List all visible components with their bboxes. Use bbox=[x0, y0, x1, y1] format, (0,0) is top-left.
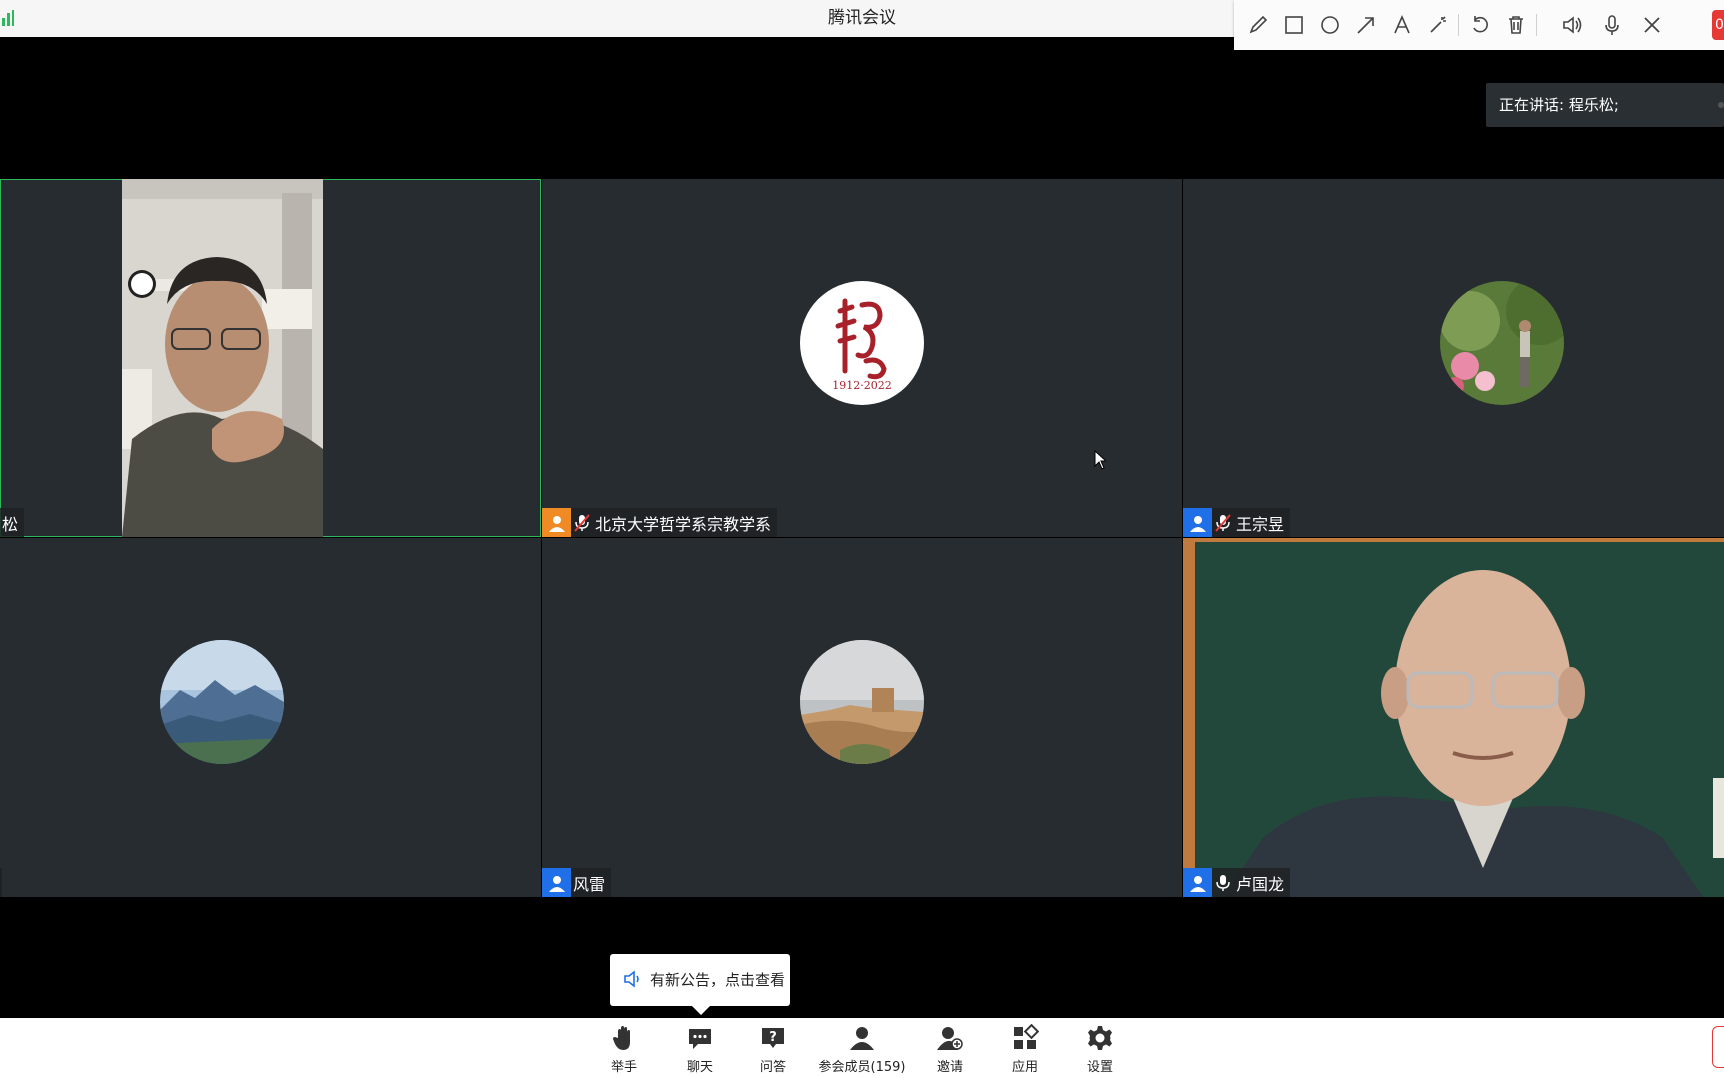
invite-icon bbox=[937, 1027, 963, 1050]
members-button[interactable]: 参会成员(159) bbox=[818, 1024, 906, 1076]
participant-nameplate: 松 bbox=[0, 508, 25, 537]
arrow-icon[interactable] bbox=[1352, 11, 1380, 39]
participant-name: 北京大学哲学系宗教学系 bbox=[595, 514, 772, 534]
user-icon bbox=[1183, 868, 1212, 897]
participant-nameplate: 卢国龙 bbox=[1183, 868, 1291, 897]
qa-button[interactable]: ? 问答 bbox=[753, 1024, 793, 1076]
chat-button[interactable]: 聊天 bbox=[680, 1024, 720, 1076]
gear-icon bbox=[1088, 1026, 1112, 1050]
svg-text:1912·2022: 1912·2022 bbox=[832, 379, 892, 392]
seal-logo-icon: 1912·2022 bbox=[832, 298, 892, 392]
mouse-cursor-icon bbox=[1094, 450, 1106, 470]
annotation-toolbar bbox=[1234, 0, 1724, 50]
speaking-text: 正在讲话: 程乐松; bbox=[1499, 96, 1619, 114]
settings-button[interactable]: 设置 bbox=[1080, 1024, 1120, 1076]
participant-avatar bbox=[160, 640, 284, 764]
video-tile[interactable] bbox=[0, 538, 541, 897]
participant-avatar bbox=[800, 640, 924, 764]
close-icon[interactable] bbox=[1638, 11, 1666, 39]
participant-nameplate: 北京大学哲学系宗教学系 bbox=[542, 508, 778, 537]
announcement-speaker-icon bbox=[624, 970, 639, 988]
microphone-icon[interactable] bbox=[1598, 11, 1626, 39]
undo-icon[interactable] bbox=[1466, 11, 1494, 39]
speaker-icon[interactable] bbox=[1558, 11, 1586, 39]
invite-button[interactable]: 邀请 bbox=[930, 1024, 970, 1076]
participant-avatar bbox=[1440, 281, 1564, 405]
rectangle-icon[interactable] bbox=[1280, 11, 1308, 39]
mic-icon bbox=[1212, 868, 1234, 897]
video-tile[interactable]: 风雷 bbox=[542, 538, 1182, 897]
user-icon bbox=[542, 868, 571, 897]
speaking-indicator: 正在讲话: 程乐松; bbox=[1486, 83, 1724, 127]
circle-icon[interactable] bbox=[1316, 11, 1344, 39]
text-icon[interactable] bbox=[1388, 11, 1416, 39]
participant-name: 卢国龙 bbox=[1236, 874, 1285, 894]
announcement-popup[interactable]: 有新公告，点击查看 bbox=[610, 954, 790, 1015]
pencil-icon[interactable] bbox=[1244, 11, 1272, 39]
svg-text:?: ? bbox=[769, 1030, 777, 1045]
members-icon bbox=[850, 1027, 874, 1050]
participant-nameplate: 王宗昱 bbox=[1183, 508, 1291, 537]
magic-wand-icon[interactable] bbox=[1424, 11, 1452, 39]
video-tile[interactable]: 卢国龙 bbox=[1183, 538, 1724, 897]
participant-nameplate bbox=[0, 868, 2, 897]
apps-icon bbox=[1014, 1024, 1039, 1049]
bottom-toolbar: 举手 聊天 ? 问答 参会成员(159) 邀请 应用 设置 bbox=[0, 1018, 1724, 1078]
video-tile[interactable]: 王宗昱 bbox=[1183, 179, 1724, 537]
mic-muted-icon bbox=[1212, 508, 1234, 537]
indicator-dot bbox=[1718, 102, 1724, 108]
question-icon: ? bbox=[762, 1028, 784, 1048]
video-tile[interactable]: 松 bbox=[0, 179, 541, 537]
user-icon bbox=[542, 508, 571, 537]
chat-icon bbox=[689, 1029, 711, 1049]
participant-video bbox=[122, 179, 323, 537]
end-meeting-button[interactable] bbox=[1712, 1026, 1724, 1068]
mic-muted-icon bbox=[571, 508, 593, 537]
video-tile[interactable]: 1912·2022 北京大学哲学系宗教学系 bbox=[542, 179, 1182, 537]
raise-hand-button[interactable]: 举手 bbox=[604, 1024, 644, 1076]
participant-avatar: 1912·2022 bbox=[800, 281, 924, 405]
participant-video bbox=[1183, 538, 1724, 897]
participant-name: 松 bbox=[2, 514, 19, 534]
participant-name: 风雷 bbox=[573, 874, 606, 894]
announcement-text: 有新公告，点击查看 bbox=[650, 971, 786, 989]
hand-icon bbox=[613, 1026, 630, 1050]
participant-nameplate: 风雷 bbox=[542, 868, 612, 897]
trash-icon[interactable] bbox=[1502, 11, 1530, 39]
apps-button[interactable]: 应用 bbox=[1005, 1024, 1045, 1076]
participant-name: 王宗昱 bbox=[1236, 514, 1285, 534]
user-icon bbox=[1183, 508, 1212, 537]
recording-badge[interactable]: 0 bbox=[1712, 10, 1724, 40]
